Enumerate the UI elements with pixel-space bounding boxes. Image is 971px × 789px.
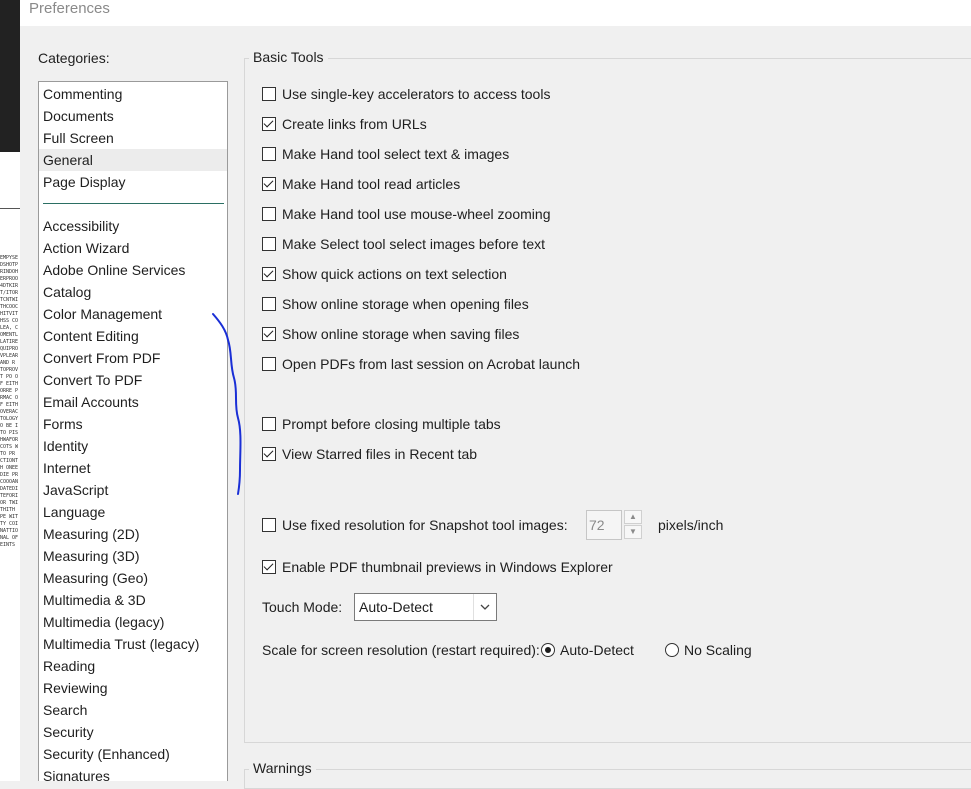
category-divider xyxy=(43,203,224,204)
checkbox[interactable] xyxy=(262,87,276,101)
background-app-toolbar xyxy=(0,0,20,152)
category-forms[interactable]: Forms xyxy=(39,413,227,435)
category-measuring-2d[interactable]: Measuring (2D) xyxy=(39,523,227,545)
category-documents[interactable]: Documents xyxy=(39,105,227,127)
option-prompt-closing-tabs[interactable]: Prompt before closing multiple tabs xyxy=(262,414,501,434)
category-general[interactable]: General xyxy=(39,149,227,171)
option-pdf-thumbnail-previews[interactable]: Enable PDF thumbnail previews in Windows… xyxy=(262,557,613,577)
category-full-screen[interactable]: Full Screen xyxy=(39,127,227,149)
checkbox[interactable] xyxy=(262,518,276,532)
category-internet[interactable]: Internet xyxy=(39,457,227,479)
category-identity[interactable]: Identity xyxy=(39,435,227,457)
title-bar: Preferences xyxy=(20,0,971,26)
checkbox[interactable] xyxy=(262,237,276,251)
category-action-wizard[interactable]: Action Wizard xyxy=(39,237,227,259)
preferences-dialog: Preferences Categories: Commenting Docum… xyxy=(20,0,971,789)
option-open-last-session[interactable]: Open PDFs from last session on Acrobat l… xyxy=(262,354,580,374)
checkbox[interactable] xyxy=(262,297,276,311)
radio-auto-detect[interactable]: Auto-Detect xyxy=(541,640,634,660)
category-accessibility[interactable]: Accessibility xyxy=(39,215,227,237)
category-reviewing[interactable]: Reviewing xyxy=(39,677,227,699)
category-search[interactable]: Search xyxy=(39,699,227,721)
touch-mode-label: Touch Mode: xyxy=(262,599,343,615)
category-reading[interactable]: Reading xyxy=(39,655,227,677)
option-online-storage-opening[interactable]: Show online storage when opening files xyxy=(262,294,529,314)
category-measuring-geo[interactable]: Measuring (Geo) xyxy=(39,567,227,589)
category-multimedia-3d[interactable]: Multimedia & 3D xyxy=(39,589,227,611)
snapshot-resolution-input[interactable]: 72 xyxy=(586,510,622,540)
option-hand-tool-select-text[interactable]: Make Hand tool select text & images xyxy=(262,144,509,164)
category-page-display[interactable]: Page Display xyxy=(39,171,227,193)
category-security[interactable]: Security xyxy=(39,721,227,743)
checkbox[interactable] xyxy=(262,560,276,574)
touch-mode-select[interactable]: Auto-Detect xyxy=(354,593,497,621)
category-multimedia-legacy[interactable]: Multimedia (legacy) xyxy=(39,611,227,633)
warnings-group xyxy=(244,769,971,789)
category-language[interactable]: Language xyxy=(39,501,227,523)
option-quick-actions-text-selection[interactable]: Show quick actions on text selection xyxy=(262,264,507,284)
background-app-strip: EMPYSEDSHOTPRINDOHERPROO4DTKIRT/ITORTCNT… xyxy=(0,0,20,781)
checkbox[interactable] xyxy=(262,117,276,131)
chevron-up-icon[interactable]: ▲ xyxy=(624,510,642,524)
basic-tools-legend: Basic Tools xyxy=(249,49,328,65)
category-commenting[interactable]: Commenting xyxy=(39,83,227,105)
category-signatures[interactable]: Signatures xyxy=(39,765,227,781)
category-multimedia-trust-legacy[interactable]: Multimedia Trust (legacy) xyxy=(39,633,227,655)
category-color-management[interactable]: Color Management xyxy=(39,303,227,325)
category-convert-from-pdf[interactable]: Convert From PDF xyxy=(39,347,227,369)
chevron-down-icon[interactable]: ▼ xyxy=(624,525,642,539)
category-measuring-3d[interactable]: Measuring (3D) xyxy=(39,545,227,567)
category-catalog[interactable]: Catalog xyxy=(39,281,227,303)
category-convert-to-pdf[interactable]: Convert To PDF xyxy=(39,369,227,391)
category-email-accounts[interactable]: Email Accounts xyxy=(39,391,227,413)
warnings-legend: Warnings xyxy=(249,760,316,776)
checkbox[interactable] xyxy=(262,177,276,191)
option-fixed-snapshot-resolution[interactable]: Use fixed resolution for Snapshot tool i… xyxy=(262,515,568,535)
checkbox[interactable] xyxy=(262,447,276,461)
categories-label: Categories: xyxy=(38,50,110,66)
category-security-enhanced[interactable]: Security (Enhanced) xyxy=(39,743,227,765)
checkbox[interactable] xyxy=(262,417,276,431)
checkbox[interactable] xyxy=(262,327,276,341)
categories-list[interactable]: Commenting Documents Full Screen General… xyxy=(38,81,228,781)
option-starred-files-recent[interactable]: View Starred files in Recent tab xyxy=(262,444,477,464)
checkbox[interactable] xyxy=(262,267,276,281)
option-create-links-from-urls[interactable]: Create links from URLs xyxy=(262,114,427,134)
chevron-down-icon[interactable] xyxy=(473,594,496,620)
touch-mode-value: Auto-Detect xyxy=(359,599,433,615)
option-hand-tool-wheel-zooming[interactable]: Make Hand tool use mouse-wheel zooming xyxy=(262,204,550,224)
option-online-storage-saving[interactable]: Show online storage when saving files xyxy=(262,324,519,344)
radio-button[interactable] xyxy=(665,643,679,657)
checkbox[interactable] xyxy=(262,207,276,221)
category-adobe-online-services[interactable]: Adobe Online Services xyxy=(39,259,227,281)
option-single-key-accelerators[interactable]: Use single-key accelerators to access to… xyxy=(262,84,550,104)
radio-button[interactable] xyxy=(541,643,555,657)
snapshot-resolution-stepper[interactable]: 72 ▲ ▼ xyxy=(586,510,646,540)
checkbox[interactable] xyxy=(262,147,276,161)
dialog-title: Preferences xyxy=(29,0,110,17)
option-hand-tool-read-articles[interactable]: Make Hand tool read articles xyxy=(262,174,460,194)
radio-no-scaling[interactable]: No Scaling xyxy=(665,640,752,660)
resolution-units: pixels/inch xyxy=(658,517,724,533)
background-document-text: EMPYSEDSHOTPRINDOHERPROO4DTKIRT/ITORTCNT… xyxy=(0,255,19,548)
background-app-divider xyxy=(0,208,20,209)
option-select-tool-images-first[interactable]: Make Select tool select images before te… xyxy=(262,234,545,254)
checkbox[interactable] xyxy=(262,357,276,371)
scale-resolution-label: Scale for screen resolution (restart req… xyxy=(262,642,540,658)
category-content-editing[interactable]: Content Editing xyxy=(39,325,227,347)
category-javascript[interactable]: JavaScript xyxy=(39,479,227,501)
